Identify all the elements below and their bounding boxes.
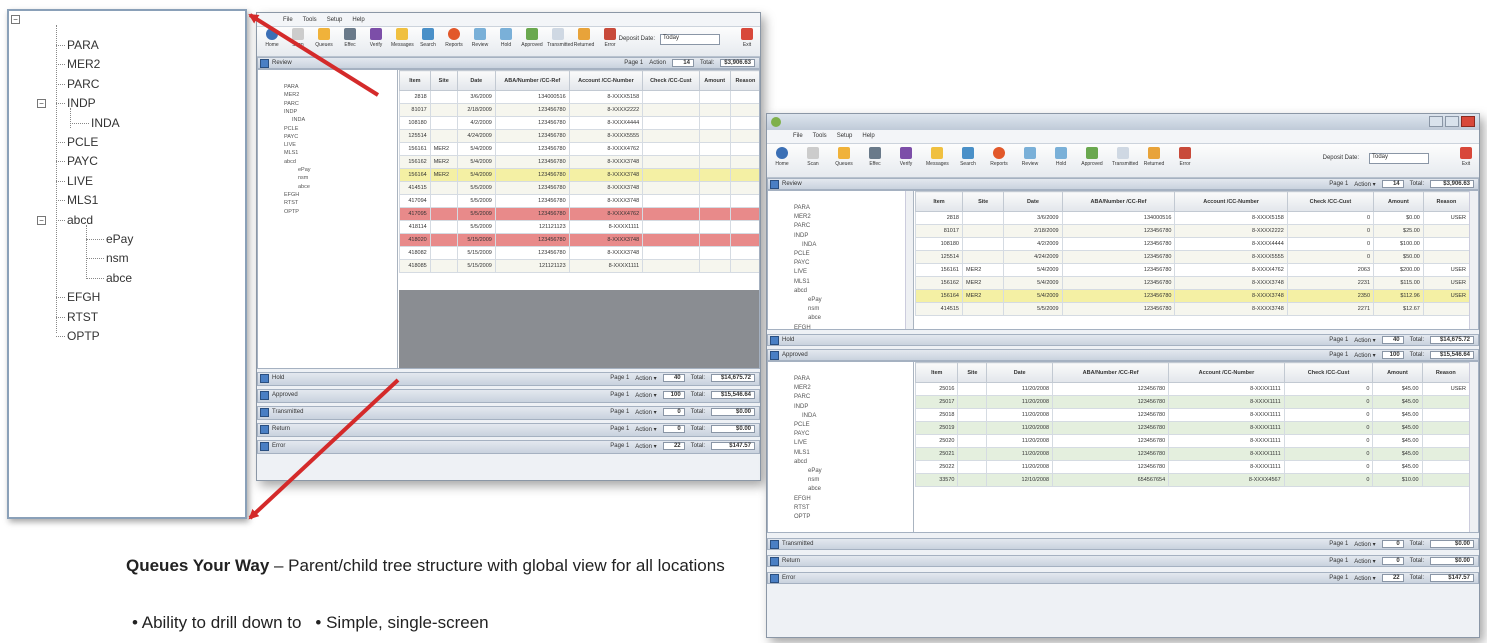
bullet-list: • Ability to drill down to • Simple, sing… (132, 613, 752, 633)
arrow-top (248, 13, 380, 97)
caption-title: Queues Your Way (126, 556, 270, 575)
arrow-bottom (248, 378, 400, 520)
bullet-item: • Simple, single-screen (315, 613, 489, 632)
callout-arrows (248, 13, 400, 520)
bullet-item: • Ability to drill down to (132, 613, 302, 632)
caption: Queues Your Way – Parent/child tree stru… (126, 555, 746, 576)
caption-text: – Parent/child tree structure with globa… (269, 556, 725, 575)
